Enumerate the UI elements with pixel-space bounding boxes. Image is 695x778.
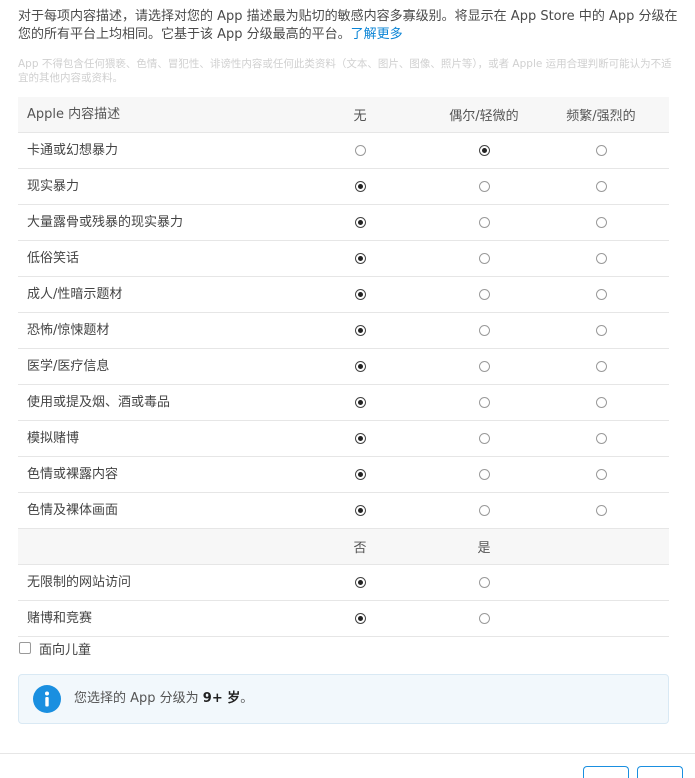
rating-radio[interactable]: [354, 361, 366, 372]
rating-radio[interactable]: [354, 181, 366, 192]
rating-radio[interactable]: [354, 289, 366, 300]
made-for-kids-label: 面向儿童: [39, 642, 92, 658]
rating-radio[interactable]: [354, 577, 366, 588]
rating-radio[interactable]: [478, 181, 490, 192]
rating-radio[interactable]: [595, 289, 607, 300]
rating-radio[interactable]: [478, 469, 490, 480]
rating-radio[interactable]: [478, 505, 490, 516]
row-label: 色情及裸体画面: [27, 503, 119, 518]
done-button[interactable]: [637, 766, 683, 778]
header-frequent: 频繁/强烈的: [566, 109, 636, 124]
rating-radio[interactable]: [595, 325, 607, 336]
made-for-kids-checkbox[interactable]: [19, 642, 31, 654]
table-row: 大量露骨或残暴的现实暴力: [18, 205, 669, 241]
rating-radio[interactable]: [354, 397, 366, 408]
rating-suffix: 。: [240, 691, 254, 706]
made-for-kids-option[interactable]: 面向儿童: [19, 641, 92, 658]
rating-radio[interactable]: [354, 217, 366, 228]
row-label: 模拟赌博: [27, 431, 80, 446]
row-label: 医学/医疗信息: [27, 359, 110, 374]
row-label: 低俗笑话: [27, 251, 80, 266]
header-yes: 是: [477, 541, 491, 556]
table-row: 使用或提及烟、酒或毒品: [18, 385, 669, 421]
rating-radio[interactable]: [478, 577, 490, 588]
row-label: 成人/性暗示题材: [27, 287, 123, 302]
rating-value: 9+ 岁: [202, 691, 241, 706]
rating-radio[interactable]: [595, 253, 607, 264]
rating-info-box: 您选择的 App 分级为 9+ 岁。: [18, 674, 669, 724]
row-label: 卡通或幻想暴力: [27, 143, 119, 158]
header-infrequent: 偶尔/轻微的: [449, 109, 519, 124]
rating-radio[interactable]: [478, 289, 490, 300]
content-policy-note: App 不得包含任何猥亵、色情、冒犯性、诽谤性内容或任何此类资料（文本、图片、图…: [18, 58, 672, 84]
rating-radio[interactable]: [595, 217, 607, 228]
row-label: 赌博和竞赛: [27, 611, 93, 626]
table-row: 成人/性暗示题材: [18, 277, 669, 313]
rating-radio[interactable]: [595, 145, 607, 156]
table-row: 医学/医疗信息: [18, 349, 669, 385]
rating-radio[interactable]: [354, 433, 366, 444]
intro-text: 对于每项内容描述，请选择对您的 App 描述最为贴切的敏感内容多寡级别。将显示在…: [18, 8, 678, 44]
table-row: 赌博和竞赛: [18, 601, 669, 637]
footer-divider: [0, 753, 695, 754]
binary-header-row: 否 是: [18, 529, 669, 565]
table-header-row: Apple 内容描述 无 偶尔/轻微的 频繁/强烈的: [18, 97, 669, 133]
table-row: 恐怖/惊悚题材: [18, 313, 669, 349]
header-no: 否: [353, 541, 367, 556]
rating-radio[interactable]: [354, 469, 366, 480]
header-none: 无: [353, 109, 367, 124]
rating-radio[interactable]: [478, 325, 490, 336]
rating-radio[interactable]: [595, 181, 607, 192]
rating-radio[interactable]: [354, 505, 366, 516]
rating-radio[interactable]: [478, 433, 490, 444]
rating-radio[interactable]: [595, 469, 607, 480]
info-icon: [33, 685, 61, 713]
row-label: 现实暴力: [27, 179, 80, 194]
rating-radio[interactable]: [595, 505, 607, 516]
intro-description: 对于每项内容描述，请选择对您的 App 描述最为贴切的敏感内容多寡级别。将显示在…: [18, 9, 678, 42]
rating-result-text: 您选择的 App 分级为 9+ 岁。: [74, 675, 253, 723]
row-label: 无限制的网站访问: [27, 575, 132, 590]
table-row: 低俗笑话: [18, 241, 669, 277]
content-rating-table: Apple 内容描述 无 偶尔/轻微的 频繁/强烈的 卡通或幻想暴力 现实暴力大量…: [18, 97, 669, 637]
rating-radio[interactable]: [595, 433, 607, 444]
rating-radio[interactable]: [478, 253, 490, 264]
rating-radio[interactable]: [478, 145, 490, 156]
rating-radio[interactable]: [478, 613, 490, 624]
row-label: 使用或提及烟、酒或毒品: [27, 395, 171, 410]
rating-radio[interactable]: [478, 217, 490, 228]
rating-radio[interactable]: [354, 253, 366, 264]
rating-radio[interactable]: [595, 361, 607, 372]
table-row: 色情或裸露内容: [18, 457, 669, 493]
row-label: 色情或裸露内容: [27, 467, 119, 482]
rating-radio[interactable]: [354, 325, 366, 336]
learn-more-link[interactable]: 了解更多: [351, 27, 403, 42]
cancel-button[interactable]: [583, 766, 629, 778]
rating-radio[interactable]: [354, 613, 366, 624]
row-label: 恐怖/惊悚题材: [27, 323, 110, 338]
header-description: Apple 内容描述: [27, 107, 121, 122]
rating-prefix: 您选择的 App 分级为: [74, 691, 203, 706]
rating-radio[interactable]: [354, 145, 366, 156]
row-label: 大量露骨或残暴的现实暴力: [27, 215, 184, 230]
rating-radio[interactable]: [595, 397, 607, 408]
table-row: 卡通或幻想暴力: [18, 133, 669, 169]
table-row: 模拟赌博: [18, 421, 669, 457]
rating-radio[interactable]: [478, 397, 490, 408]
table-row: 色情及裸体画面: [18, 493, 669, 529]
table-row: 现实暴力: [18, 169, 669, 205]
table-row: 无限制的网站访问: [18, 565, 669, 601]
rating-radio[interactable]: [478, 361, 490, 372]
